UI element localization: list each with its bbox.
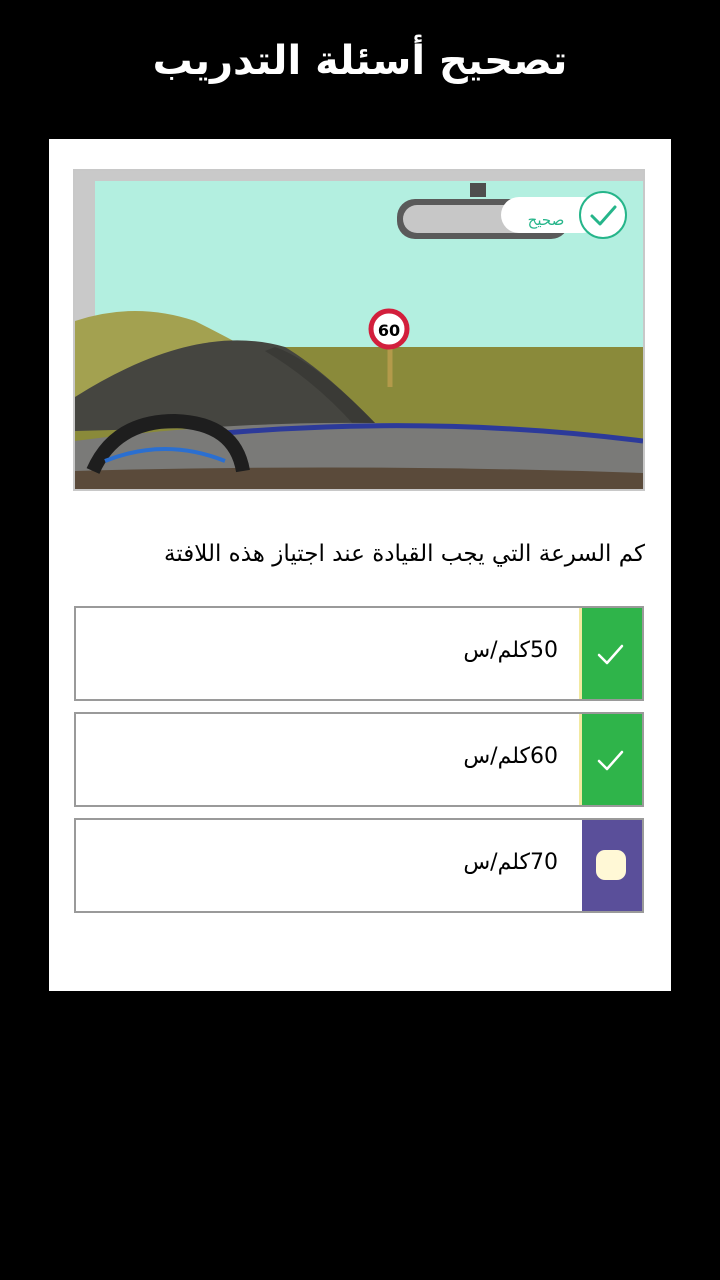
question-image: 60 صحيح — [73, 169, 645, 491]
answer-option-1[interactable]: 50كلم/س — [74, 606, 644, 701]
radio-dot-icon — [596, 850, 626, 880]
result-badge: صحيح — [501, 191, 631, 241]
page-title: تصحيح أسئلة التدريب — [152, 38, 568, 84]
question-card: 60 صحيح كم السرعة التي يجب القيادة عند ا… — [49, 139, 671, 991]
question-text: كم السرعة التي يجب القيادة عند اجتياز هذ… — [163, 541, 645, 567]
answer-option-2[interactable]: 60كلم/س — [74, 712, 644, 807]
answer-option-label: 60كلم/س — [463, 744, 558, 769]
result-badge-label: صحيح — [527, 211, 565, 229]
check-icon — [597, 644, 624, 665]
speed-limit-value: 60 — [378, 321, 400, 340]
answer-option-label: 50كلم/س — [463, 638, 558, 663]
answer-option-3[interactable]: 70كلم/س — [74, 818, 644, 913]
answer-indicator — [582, 820, 642, 911]
check-icon — [597, 750, 624, 771]
answer-indicator — [579, 714, 642, 805]
answer-indicator — [579, 608, 642, 699]
check-circle-icon — [579, 191, 627, 239]
answer-option-label: 70كلم/س — [463, 850, 558, 875]
